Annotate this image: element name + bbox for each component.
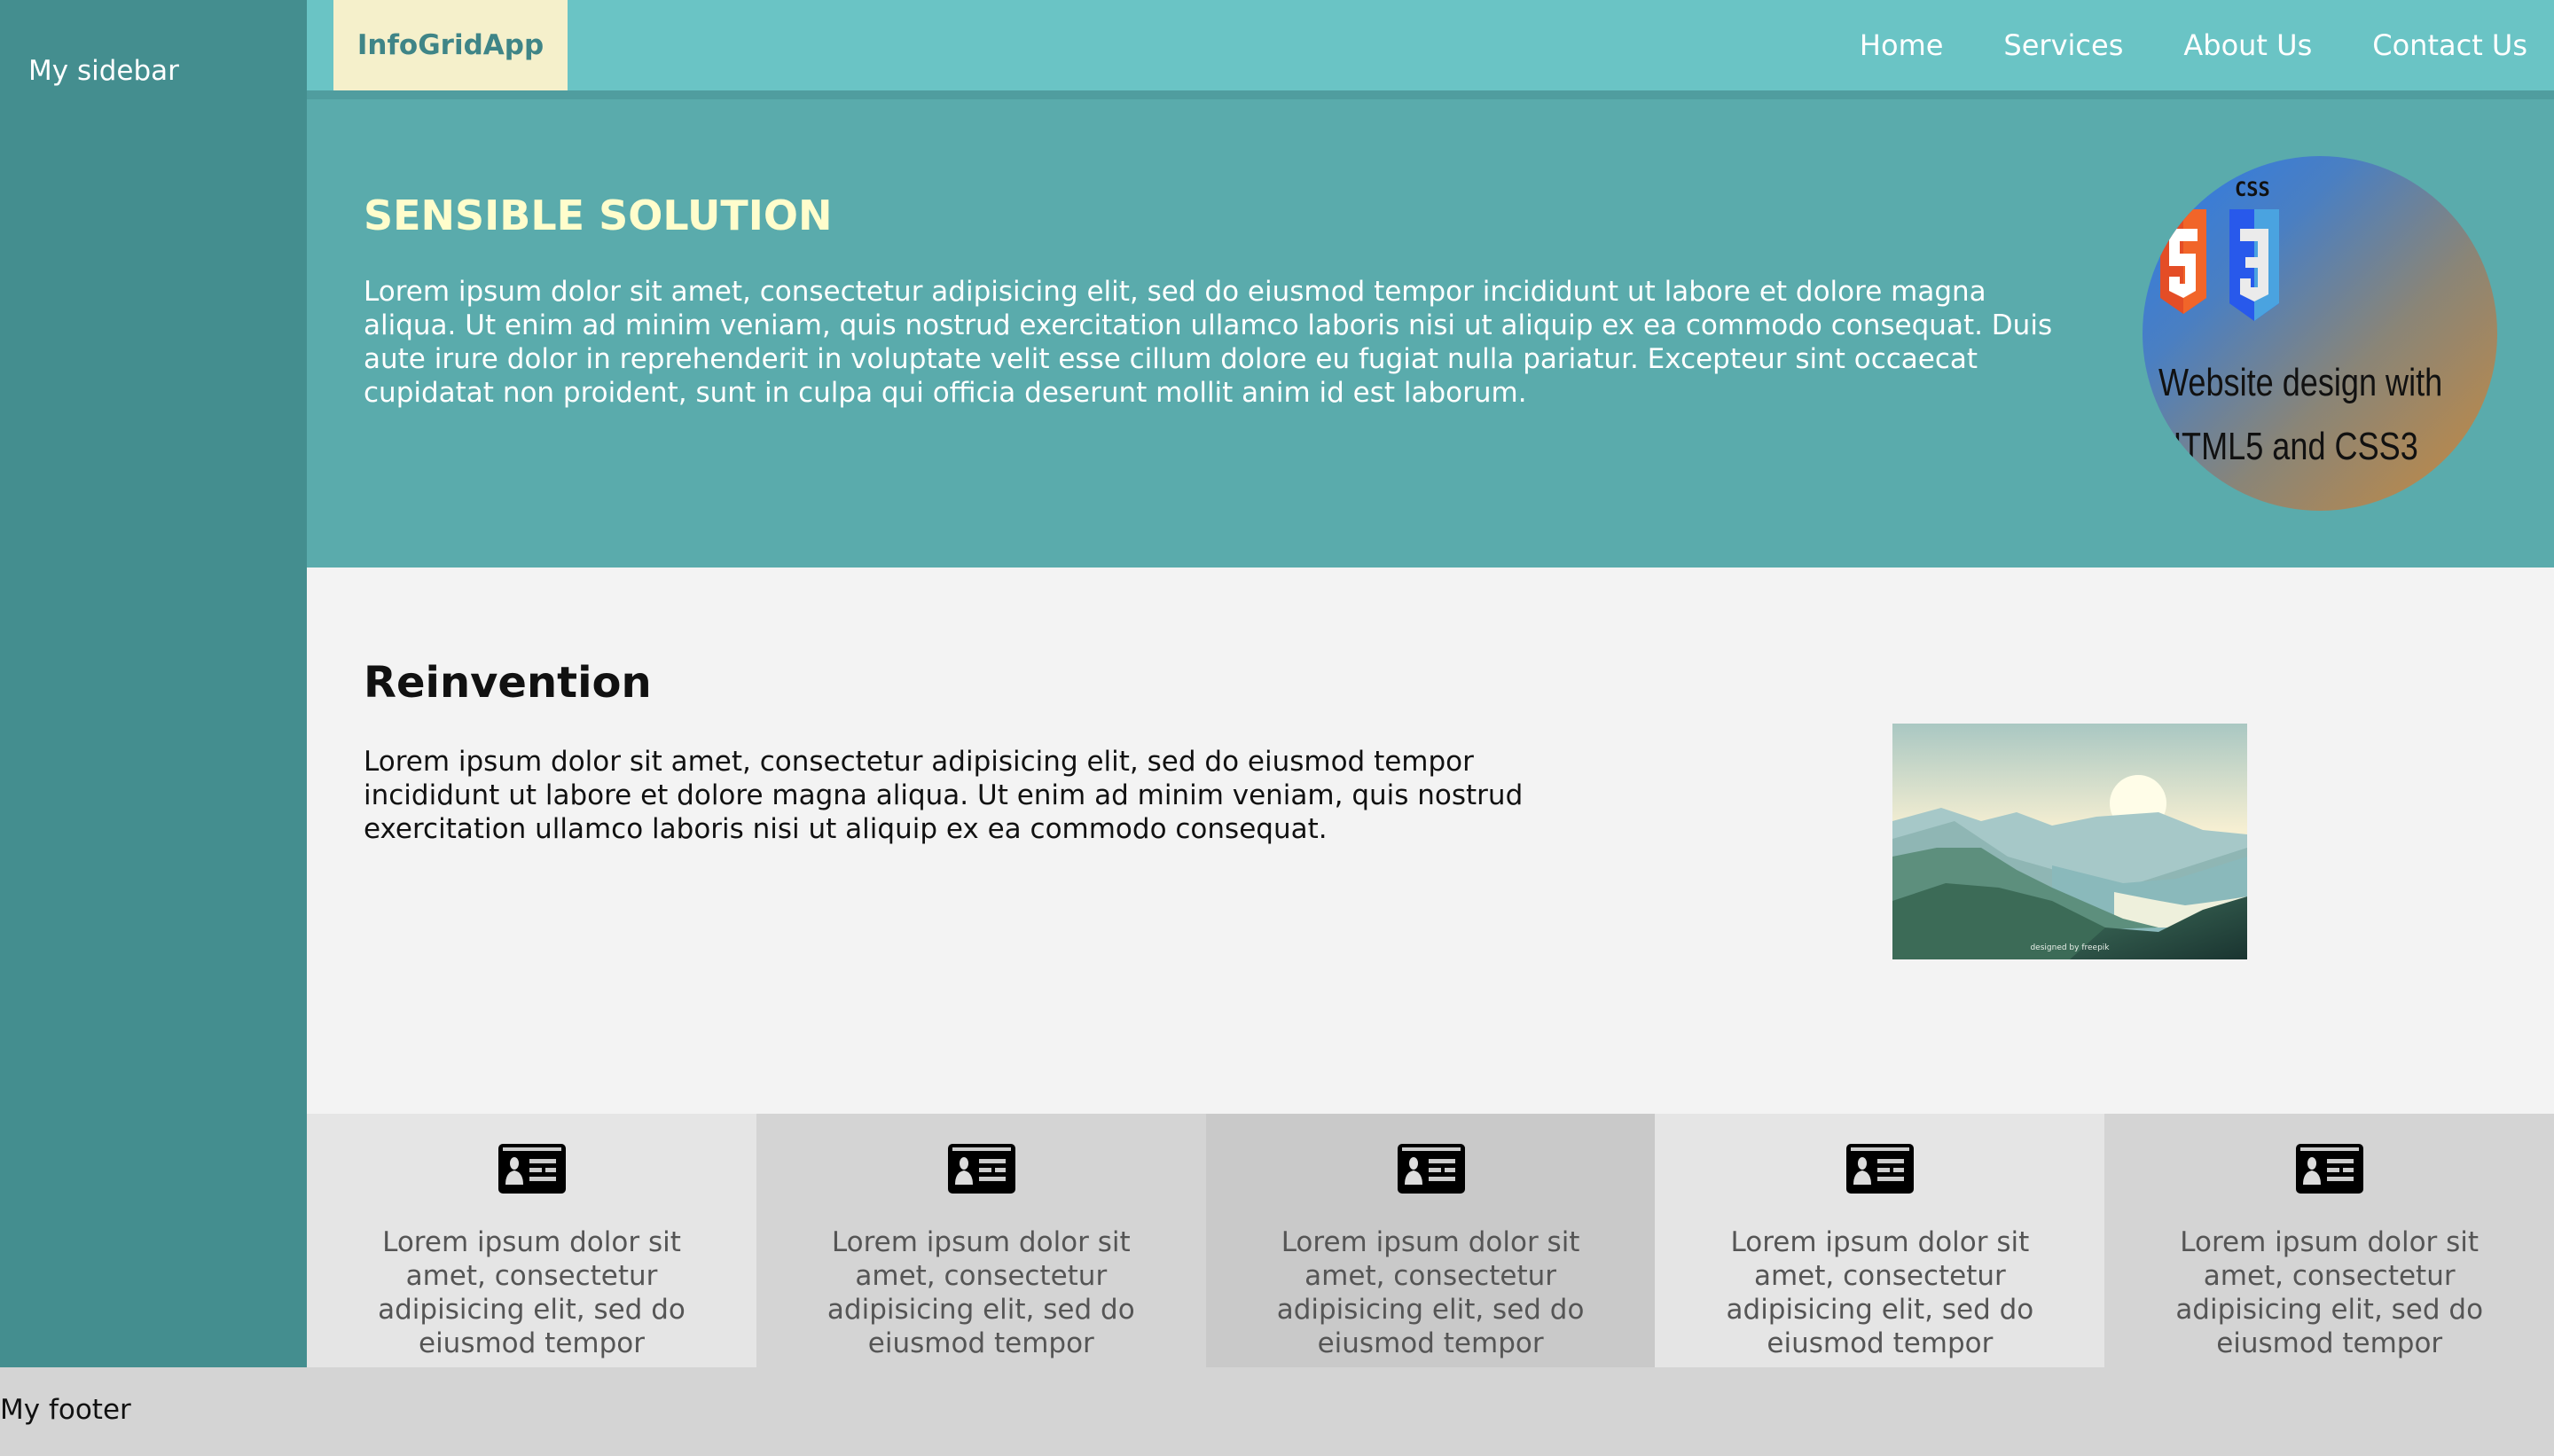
id-card-icon [1846,1144,1915,1194]
image-credit: designed by freepik [2030,943,2110,952]
mountain-landscape-image: designed by freepik [1892,724,2247,959]
card-text: Lorem ipsum dolor sit amet, consectetur … [827,1226,1135,1359]
page: My sidebar InfoGridApp Home Services Abo… [0,0,2554,1456]
main-nav: Home Services About Us Contact Us [1860,0,2527,90]
caption-line-2: HTML5 and CSS3 [2158,425,2418,468]
html5-logo-icon [2160,209,2206,314]
footer: My footer [0,1367,2554,1456]
reinvention-section: Reinvention Lorem ipsum dolor sit amet, … [307,568,2554,1114]
sidebar: My sidebar [0,0,307,1367]
info-card: Lorem ipsum dolor sit amet, consectetur … [1655,1114,2105,1367]
hero-image-caption: Website design with HTML5 and CSS3 [2158,351,2464,479]
nav-link-home[interactable]: Home [1860,28,1944,62]
card-text: Lorem ipsum dolor sit amet, consectetur … [378,1226,686,1359]
info-card: Lorem ipsum dolor sit amet, consectetur … [756,1114,1206,1367]
nav-link-about-us[interactable]: About Us [2183,28,2312,62]
caption-line-1: Website design with [2158,361,2443,404]
header-divider [307,90,2554,99]
id-card-icon [2296,1144,2364,1194]
card-text: Lorem ipsum dolor sit amet, consectetur … [1726,1226,2034,1359]
info-card: Lorem ipsum dolor sit amet, consectetur … [307,1114,756,1367]
css-label: CSS [2235,179,2270,201]
hero-section: SENSIBLE SOLUTION Lorem ipsum dolor sit … [307,99,2554,568]
sidebar-title: My sidebar [28,55,179,87]
id-card-icon [498,1144,566,1194]
section-title: Reinvention [364,658,652,708]
hero-image: CSS Website design with HTML5 and CSS3 [2143,156,2497,511]
nav-link-services[interactable]: Services [2003,28,2123,62]
id-card-icon [947,1144,1015,1194]
hero-title: SENSIBLE SOLUTION [364,192,833,239]
css3-logo-icon [2229,209,2279,321]
logo[interactable]: InfoGridApp [333,0,568,90]
footer-text: My footer [0,1394,131,1426]
card-row: Lorem ipsum dolor sit amet, consectetur … [307,1114,2554,1367]
card-text: Lorem ipsum dolor sit amet, consectetur … [2175,1226,2484,1359]
section-text: Lorem ipsum dolor sit amet, consectetur … [364,746,1524,845]
id-card-icon [1397,1144,1465,1194]
nav-link-contact-us[interactable]: Contact Us [2372,28,2527,62]
card-text: Lorem ipsum dolor sit amet, consectetur … [1276,1226,1585,1359]
info-card: Lorem ipsum dolor sit amet, consectetur … [2104,1114,2554,1367]
header: InfoGridApp Home Services About Us Conta… [307,0,2554,90]
hero-text: Lorem ipsum dolor sit amet, consectetur … [364,276,2053,409]
info-card: Lorem ipsum dolor sit amet, consectetur … [1205,1114,1656,1367]
